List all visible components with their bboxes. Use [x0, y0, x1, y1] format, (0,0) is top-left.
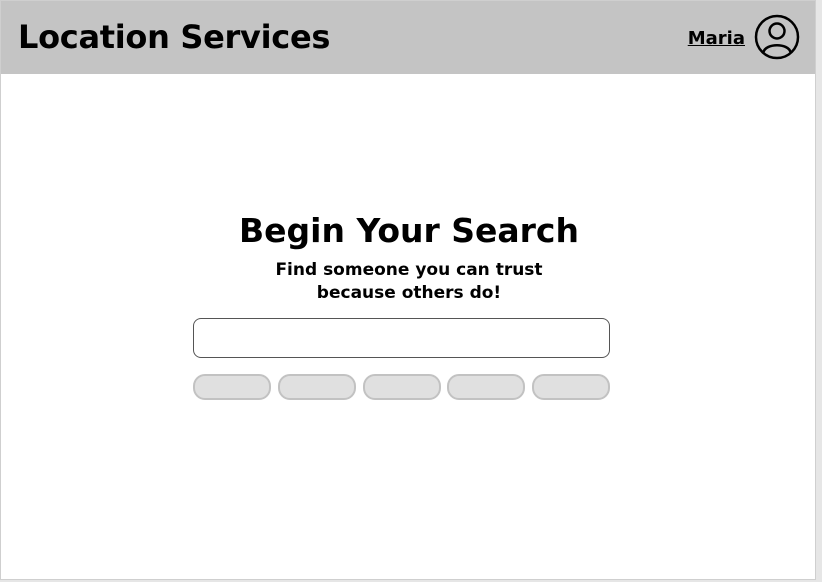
- filter-chip-3[interactable]: [362, 374, 441, 400]
- user-circle-icon[interactable]: [754, 14, 800, 60]
- header-bar: Location Services Maria: [1, 1, 815, 74]
- filter-chip-4[interactable]: [447, 374, 526, 400]
- search-input[interactable]: [193, 318, 610, 358]
- filter-chip-row: [193, 374, 610, 400]
- page-heading: Begin Your Search: [239, 211, 579, 250]
- filter-chip-2[interactable]: [277, 374, 356, 400]
- filter-chip-5[interactable]: [532, 374, 610, 400]
- app-title: Location Services: [18, 18, 331, 56]
- user-name-link[interactable]: Maria: [688, 28, 745, 49]
- filter-chip-1[interactable]: [193, 374, 271, 400]
- app-window: Location Services Maria Begin Your Searc…: [0, 0, 816, 580]
- main-content: Begin Your Search Find someone you can t…: [1, 74, 815, 579]
- page-subtitle: Find someone you can trust because other…: [1, 259, 815, 305]
- subtitle-line-1: Find someone you can trust: [275, 260, 543, 280]
- subtitle-line-2: because others do!: [316, 283, 502, 303]
